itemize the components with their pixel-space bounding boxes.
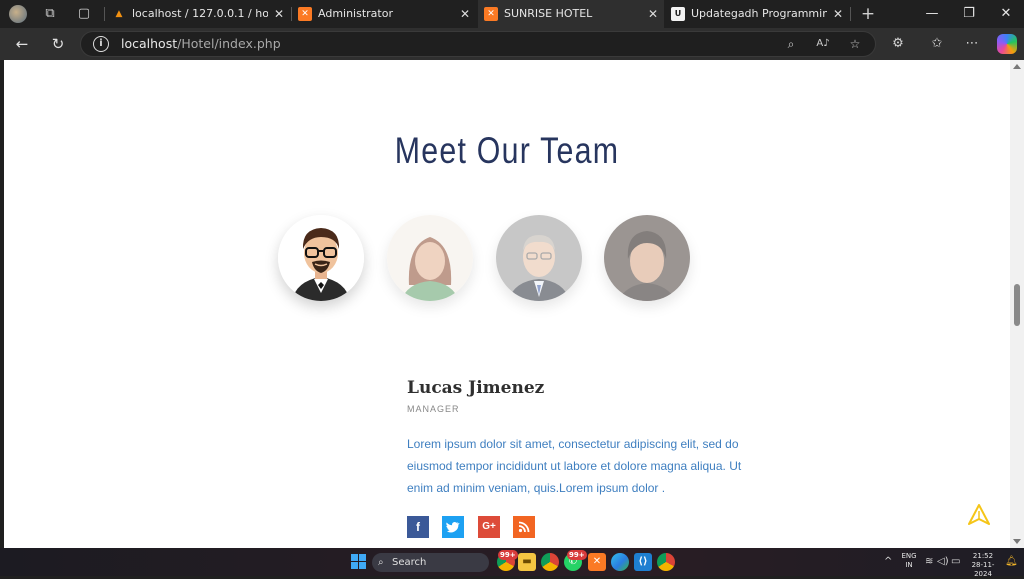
zoom-icon[interactable]: ⌕ xyxy=(783,36,799,52)
close-window-button[interactable]: ✕ xyxy=(988,0,1024,28)
team-avatar-woman[interactable] xyxy=(387,215,473,301)
scroll-down-icon[interactable] xyxy=(1013,539,1021,544)
minimize-button[interactable]: — xyxy=(914,0,950,28)
tab-title: Updategadh Programming - Up xyxy=(691,7,827,20)
scroll-up-icon[interactable] xyxy=(1013,64,1021,69)
twitter-bird-icon xyxy=(446,522,460,533)
team-avatar-manager[interactable] xyxy=(278,215,364,301)
show-hidden-icons-icon[interactable]: ^ xyxy=(884,556,892,568)
battery-icon[interactable]: ▭ xyxy=(951,556,960,568)
team-avatar-young-man[interactable] xyxy=(604,215,690,301)
rss-button[interactable] xyxy=(513,516,535,538)
tab-updategadh[interactable]: U Updategadh Programming - Up ✕ xyxy=(665,0,849,28)
address-toolbar: ← ↻ i localhost/Hotel/index.php ⌕ A♪ ☆ ⚙… xyxy=(0,28,1024,60)
tab-title: localhost / 127.0.0.1 / hotel / lo xyxy=(132,7,268,20)
taskbar-search[interactable]: ⌕ Search xyxy=(372,553,489,572)
notification-badge: 99+ xyxy=(567,550,587,560)
browser-tab-bar: ⧉ ▢ ▲ localhost / 127.0.0.1 / hotel / lo… xyxy=(0,0,1024,28)
address-bar[interactable]: i localhost/Hotel/index.php ⌕ A♪ ☆ xyxy=(80,31,876,57)
profile-avatar-icon[interactable] xyxy=(9,5,27,23)
read-aloud-icon[interactable]: A♪ xyxy=(815,36,831,52)
back-to-top-icon xyxy=(968,504,990,525)
search-icon: ⌕ xyxy=(378,557,384,568)
tab-actions-icon[interactable]: ▢ xyxy=(75,5,93,23)
close-icon[interactable]: ✕ xyxy=(648,0,658,28)
tab-title: SUNRISE HOTEL xyxy=(504,7,593,20)
photo-young-man-image xyxy=(604,215,690,301)
refresh-icon[interactable]: ↻ xyxy=(48,34,68,54)
tab-sunrise-hotel[interactable]: ✕ SUNRISE HOTEL ✕ xyxy=(478,0,664,28)
favorites-icon[interactable]: ✩ xyxy=(928,35,946,53)
close-icon[interactable]: ✕ xyxy=(460,0,470,28)
windows-start-icon[interactable] xyxy=(351,554,367,570)
restore-button[interactable]: ❐ xyxy=(951,0,987,28)
windows-taskbar: ⌕ Search 99+ ▬ ✆ 99+ ✕ ⟨⟩ ^ ENG IN ≋ ◁) … xyxy=(0,548,1024,579)
workspaces-icon[interactable]: ⧉ xyxy=(41,5,59,23)
member-name: Lucas Jimenez xyxy=(407,378,545,398)
tab-phpmyadmin[interactable]: ▲ localhost / 127.0.0.1 / hotel / lo ✕ xyxy=(106,0,290,28)
member-role: MANAGER xyxy=(407,404,460,414)
url-path: /Hotel/index.php xyxy=(177,36,281,51)
facebook-button[interactable]: f xyxy=(407,516,429,538)
tab-separator xyxy=(850,7,851,21)
edge-icon[interactable] xyxy=(611,553,629,571)
region-code: IN xyxy=(905,561,913,569)
clock-date: 28-11-2024 xyxy=(971,561,995,578)
scrollbar-thumb[interactable] xyxy=(1014,284,1020,326)
notification-badge: 99+ xyxy=(498,550,518,560)
language-code: ENG xyxy=(901,552,917,560)
more-menu-icon[interactable]: ⋯ xyxy=(963,35,981,53)
xampp-icon: ✕ xyxy=(298,7,312,21)
tab-title: Administrator xyxy=(318,7,393,20)
copilot-icon[interactable] xyxy=(997,34,1017,54)
team-avatar-man-glasses[interactable] xyxy=(496,215,582,301)
url-text[interactable]: localhost/Hotel/index.php xyxy=(121,36,281,51)
volume-icon[interactable]: ◁) xyxy=(937,556,949,568)
favorite-star-icon[interactable]: ☆ xyxy=(847,36,863,52)
phpmyadmin-icon: ▲ xyxy=(115,9,123,19)
page-viewport: Meet Our Team Lucas Jimenez MANAGER Lore… xyxy=(4,60,1010,548)
url-host: localhost xyxy=(121,36,178,51)
chrome-profile-icon[interactable] xyxy=(541,553,559,571)
section-title: Meet Our Team xyxy=(394,130,620,171)
googleplus-button[interactable]: G+ xyxy=(478,516,500,538)
photo-woman-image xyxy=(387,215,473,301)
clock-time: 21:52 xyxy=(972,552,994,560)
site-info-icon[interactable]: i xyxy=(93,36,109,52)
chrome-alt-icon[interactable] xyxy=(657,553,675,571)
photo-man-image xyxy=(496,215,582,301)
file-explorer-icon[interactable]: ▬ xyxy=(518,553,536,571)
notification-bell-icon[interactable]: 🔔︎ xyxy=(1005,556,1018,568)
page-scrollbar[interactable] xyxy=(1010,60,1024,548)
input-language[interactable]: ENG IN xyxy=(898,552,920,570)
back-icon[interactable]: ← xyxy=(12,34,32,54)
cartoon-avatar-image xyxy=(278,215,364,301)
back-to-top-button[interactable] xyxy=(966,502,992,528)
rss-icon xyxy=(518,521,530,533)
updategadh-icon: U xyxy=(671,7,685,21)
new-tab-icon[interactable]: + xyxy=(859,5,877,23)
tab-administrator[interactable]: ✕ Administrator ✕ xyxy=(292,0,476,28)
search-label: Search xyxy=(392,557,427,568)
member-bio: Lorem ipsum dolor sit amet, consectetur … xyxy=(407,437,742,495)
close-icon[interactable]: ✕ xyxy=(274,0,284,28)
clock[interactable]: 21:52 28-11-2024 xyxy=(963,552,1003,579)
xampp-icon: ✕ xyxy=(484,7,498,21)
wifi-icon[interactable]: ≋ xyxy=(925,556,933,568)
close-icon[interactable]: ✕ xyxy=(833,0,843,28)
extensions-icon[interactable]: ⚙ xyxy=(889,35,907,53)
xampp-icon[interactable]: ✕ xyxy=(588,553,606,571)
twitter-button[interactable] xyxy=(442,516,464,538)
tab-separator xyxy=(104,7,105,21)
vscode-icon[interactable]: ⟨⟩ xyxy=(634,553,652,571)
